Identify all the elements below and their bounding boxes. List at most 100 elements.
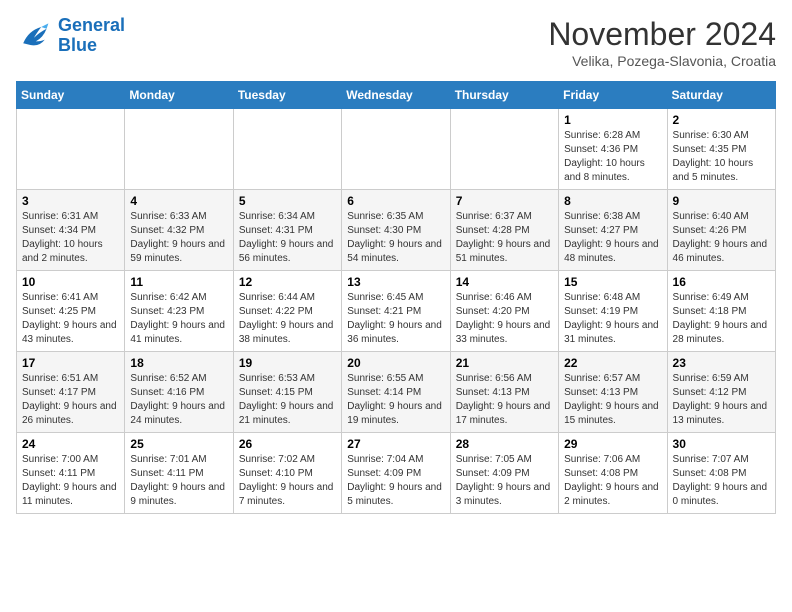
calendar-cell: 17Sunrise: 6:51 AM Sunset: 4:17 PM Dayli… [17, 352, 125, 433]
day-number: 26 [239, 437, 336, 451]
calendar-cell: 3 Sunrise: 6:31 AM Sunset: 4:34 PM Daylig… [17, 190, 125, 271]
day-number: 11 [130, 275, 227, 289]
day-number: 29 [564, 437, 661, 451]
day-info: Sunrise: 6:53 AM Sunset: 4:15 PM Dayligh… [239, 372, 336, 428]
day-info: Sunrise: 6:45 AM Sunset: 4:21 PM Dayligh… [347, 291, 444, 347]
day-number: 16 [673, 275, 770, 289]
day-info: Sunrise: 6:37 AM Sunset: 4:28 PM Dayligh… [456, 210, 553, 266]
col-header-wednesday: Wednesday [342, 82, 450, 109]
day-number: 22 [564, 356, 661, 370]
day-number: 7 [456, 194, 553, 208]
day-info: Sunrise: 6:49 AM Sunset: 4:18 PM Dayligh… [673, 291, 770, 347]
day-info: Sunrise: 6:57 AM Sunset: 4:13 PM Dayligh… [564, 372, 661, 428]
calendar-week-4: 17Sunrise: 6:51 AM Sunset: 4:17 PM Dayli… [17, 352, 776, 433]
page-header: General Blue November 2024 Velika, Pozeg… [16, 16, 776, 69]
logo: General Blue [16, 16, 125, 56]
calendar-cell: 2 Sunrise: 6:30 AM Sunset: 4:35 PM Daylig… [667, 109, 775, 190]
day-number: 21 [456, 356, 553, 370]
day-number: 23 [673, 356, 770, 370]
day-number: 30 [673, 437, 770, 451]
day-number: 12 [239, 275, 336, 289]
calendar-week-5: 24 Sunrise: 7:00 AM Sunset: 4:11 PM Dayli… [17, 433, 776, 514]
day-info: Sunrise: 6:55 AM Sunset: 4:14 PM Dayligh… [347, 372, 444, 428]
calendar-cell: 16 Sunrise: 6:49 AM Sunset: 4:18 PM Dayli… [667, 271, 775, 352]
day-number: 24 [22, 437, 119, 451]
day-number: 27 [347, 437, 444, 451]
calendar-cell: 8 Sunrise: 6:38 AM Sunset: 4:27 PM Daylig… [559, 190, 667, 271]
day-info: Sunrise: 6:28 AM Sunset: 4:36 PM Dayligh… [564, 129, 661, 185]
day-number: 14 [456, 275, 553, 289]
logo-bird-icon [16, 18, 52, 54]
calendar-cell [450, 109, 558, 190]
calendar-week-1: 1 Sunrise: 6:28 AM Sunset: 4:36 PM Daylig… [17, 109, 776, 190]
calendar-cell: 19 Sunrise: 6:53 AM Sunset: 4:15 PM Dayli… [233, 352, 341, 433]
col-header-tuesday: Tuesday [233, 82, 341, 109]
day-info: Sunrise: 6:59 AM Sunset: 4:12 PM Dayligh… [673, 372, 770, 428]
calendar-cell: 5Sunrise: 6:34 AM Sunset: 4:31 PM Daylig… [233, 190, 341, 271]
day-info: Sunrise: 6:30 AM Sunset: 4:35 PM Dayligh… [673, 129, 770, 185]
col-header-sunday: Sunday [17, 82, 125, 109]
calendar-week-3: 10Sunrise: 6:41 AM Sunset: 4:25 PM Dayli… [17, 271, 776, 352]
calendar-cell: 7 Sunrise: 6:37 AM Sunset: 4:28 PM Daylig… [450, 190, 558, 271]
calendar-cell: 28 Sunrise: 7:05 AM Sunset: 4:09 PM Dayli… [450, 433, 558, 514]
calendar-header-row: SundayMondayTuesdayWednesdayThursdayFrid… [17, 82, 776, 109]
calendar-cell: 25 Sunrise: 7:01 AM Sunset: 4:11 PM Dayli… [125, 433, 233, 514]
day-info: Sunrise: 6:33 AM Sunset: 4:32 PM Dayligh… [130, 210, 227, 266]
col-header-friday: Friday [559, 82, 667, 109]
calendar-cell: 12 Sunrise: 6:44 AM Sunset: 4:22 PM Dayli… [233, 271, 341, 352]
day-number: 25 [130, 437, 227, 451]
calendar-week-2: 3 Sunrise: 6:31 AM Sunset: 4:34 PM Daylig… [17, 190, 776, 271]
logo-text: General Blue [58, 16, 125, 56]
day-number: 4 [130, 194, 227, 208]
day-number: 20 [347, 356, 444, 370]
day-info: Sunrise: 6:44 AM Sunset: 4:22 PM Dayligh… [239, 291, 336, 347]
day-info: Sunrise: 6:46 AM Sunset: 4:20 PM Dayligh… [456, 291, 553, 347]
day-info: Sunrise: 7:01 AM Sunset: 4:11 PM Dayligh… [130, 453, 227, 509]
calendar-cell [125, 109, 233, 190]
day-number: 13 [347, 275, 444, 289]
calendar-cell: 11Sunrise: 6:42 AM Sunset: 4:23 PM Dayli… [125, 271, 233, 352]
calendar-cell: 14 Sunrise: 6:46 AM Sunset: 4:20 PM Dayli… [450, 271, 558, 352]
day-number: 19 [239, 356, 336, 370]
calendar-cell: 23 Sunrise: 6:59 AM Sunset: 4:12 PM Dayli… [667, 352, 775, 433]
calendar-cell: 20 Sunrise: 6:55 AM Sunset: 4:14 PM Dayli… [342, 352, 450, 433]
day-number: 6 [347, 194, 444, 208]
day-number: 17 [22, 356, 119, 370]
month-title: November 2024 [548, 16, 776, 53]
day-info: Sunrise: 6:35 AM Sunset: 4:30 PM Dayligh… [347, 210, 444, 266]
day-info: Sunrise: 7:00 AM Sunset: 4:11 PM Dayligh… [22, 453, 119, 509]
calendar-cell: 29 Sunrise: 7:06 AM Sunset: 4:08 PM Dayli… [559, 433, 667, 514]
day-info: Sunrise: 7:06 AM Sunset: 4:08 PM Dayligh… [564, 453, 661, 509]
day-info: Sunrise: 7:05 AM Sunset: 4:09 PM Dayligh… [456, 453, 553, 509]
day-info: Sunrise: 6:31 AM Sunset: 4:34 PM Dayligh… [22, 210, 119, 266]
day-info: Sunrise: 7:07 AM Sunset: 4:08 PM Dayligh… [673, 453, 770, 509]
col-header-saturday: Saturday [667, 82, 775, 109]
day-info: Sunrise: 6:52 AM Sunset: 4:16 PM Dayligh… [130, 372, 227, 428]
calendar-cell: 10Sunrise: 6:41 AM Sunset: 4:25 PM Dayli… [17, 271, 125, 352]
calendar-cell: 24 Sunrise: 7:00 AM Sunset: 4:11 PM Dayli… [17, 433, 125, 514]
calendar-cell: 26Sunrise: 7:02 AM Sunset: 4:10 PM Dayli… [233, 433, 341, 514]
calendar-cell: 4 Sunrise: 6:33 AM Sunset: 4:32 PM Daylig… [125, 190, 233, 271]
calendar-cell: 21Sunrise: 6:56 AM Sunset: 4:13 PM Dayli… [450, 352, 558, 433]
calendar-cell: 18 Sunrise: 6:52 AM Sunset: 4:16 PM Dayli… [125, 352, 233, 433]
calendar-cell [342, 109, 450, 190]
day-info: Sunrise: 6:38 AM Sunset: 4:27 PM Dayligh… [564, 210, 661, 266]
day-info: Sunrise: 6:34 AM Sunset: 4:31 PM Dayligh… [239, 210, 336, 266]
day-number: 8 [564, 194, 661, 208]
day-number: 1 [564, 113, 661, 127]
col-header-thursday: Thursday [450, 82, 558, 109]
location-subtitle: Velika, Pozega-Slavonia, Croatia [548, 53, 776, 69]
calendar-cell: 9Sunrise: 6:40 AM Sunset: 4:26 PM Daylig… [667, 190, 775, 271]
day-number: 18 [130, 356, 227, 370]
title-block: November 2024 Velika, Pozega-Slavonia, C… [548, 16, 776, 69]
calendar-cell: 1 Sunrise: 6:28 AM Sunset: 4:36 PM Daylig… [559, 109, 667, 190]
calendar-cell: 15Sunrise: 6:48 AM Sunset: 4:19 PM Dayli… [559, 271, 667, 352]
day-number: 2 [673, 113, 770, 127]
calendar-cell [233, 109, 341, 190]
col-header-monday: Monday [125, 82, 233, 109]
day-number: 9 [673, 194, 770, 208]
day-number: 3 [22, 194, 119, 208]
day-number: 28 [456, 437, 553, 451]
calendar-cell: 30 Sunrise: 7:07 AM Sunset: 4:08 PM Dayli… [667, 433, 775, 514]
calendar-cell: 22 Sunrise: 6:57 AM Sunset: 4:13 PM Dayli… [559, 352, 667, 433]
